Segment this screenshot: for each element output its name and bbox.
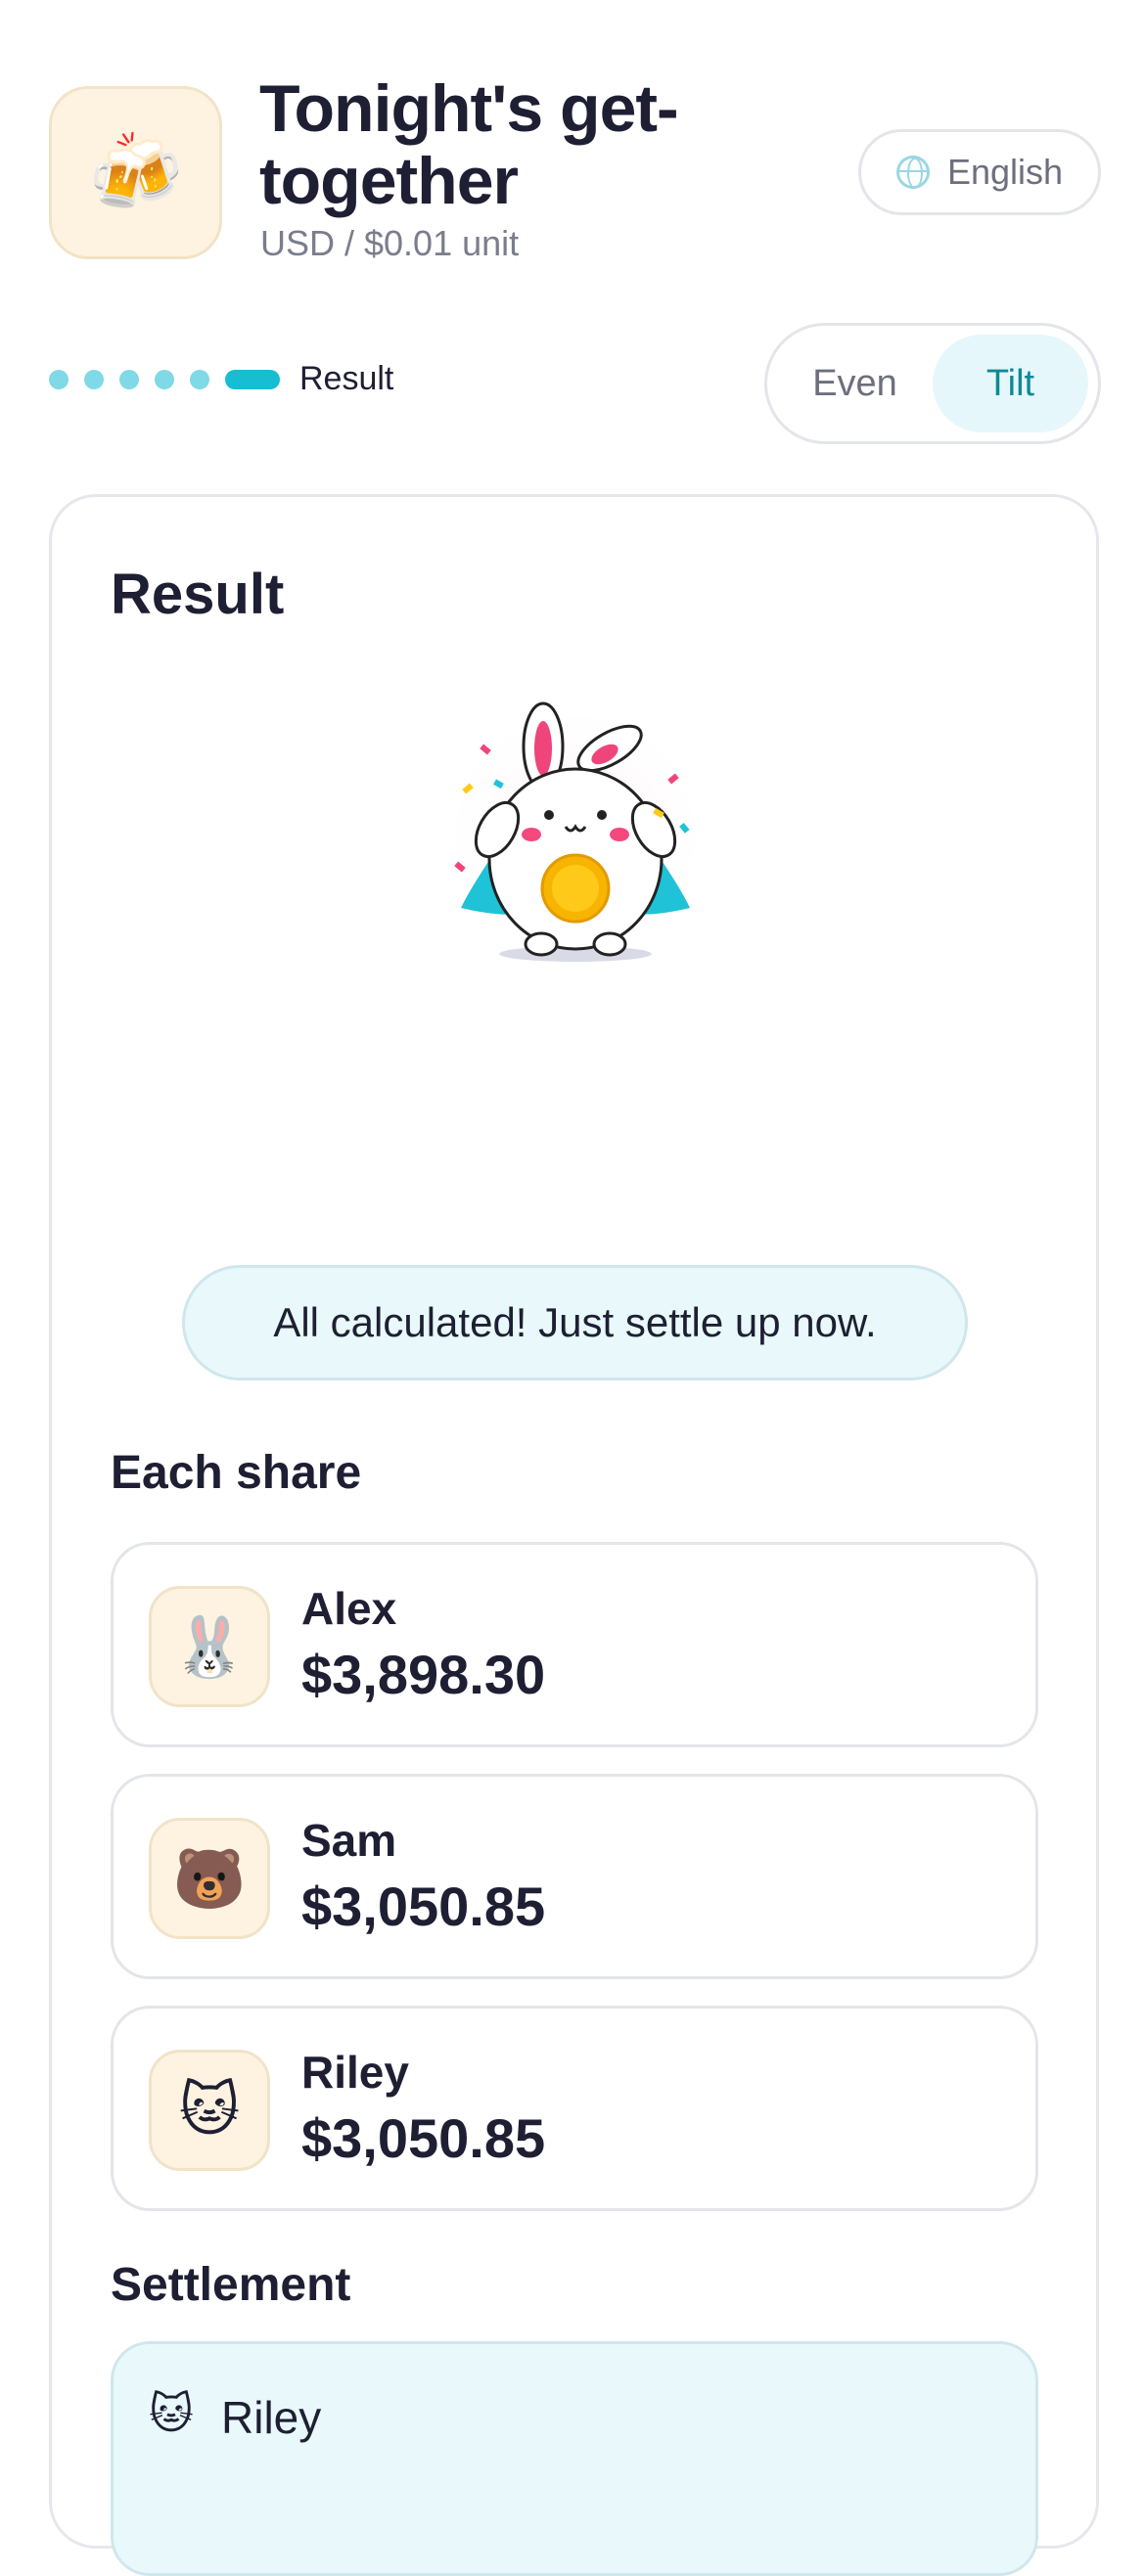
split-mode-toggle: Even Tilt (764, 323, 1101, 444)
globe-icon (895, 156, 930, 189)
shares-heading: Each share (111, 1447, 362, 1499)
result-title: Result (111, 563, 285, 626)
current-step-label: Result (299, 360, 394, 397)
bear-face-icon: 🐻 (149, 1818, 270, 1939)
language-button[interactable]: English (858, 129, 1101, 215)
page-header: 🍻 Tonight's get-together USD / $0.01 uni… (49, 72, 1101, 272)
share-name: Riley (301, 2047, 409, 2098)
share-amount: $3,050.85 (301, 1876, 546, 1937)
step-dot (84, 370, 104, 389)
share-name: Sam (301, 1815, 397, 1866)
settlement-name: Riley (221, 2392, 322, 2443)
toggle-even[interactable]: Even (777, 335, 933, 432)
settlement-heading: Settlement (111, 2259, 351, 2311)
status-message: All calculated! Just settle up now. (182, 1265, 968, 1380)
language-label: English (946, 152, 1064, 192)
step-dot (49, 370, 69, 389)
beer-mugs-icon: 🍻 (49, 86, 222, 259)
currency-subtitle: USD / $0.01 unit (260, 223, 520, 263)
rabbit-face-icon: 🐰 (149, 1586, 270, 1707)
settlement-card[interactable]: 🐱 Riley (111, 2341, 1038, 2576)
progress-row: Result Even Tilt (49, 323, 1101, 450)
cat-face-icon: 🐱 (149, 2390, 194, 2438)
share-card-sam[interactable]: 🐻 Sam $3,050.85 (111, 1774, 1038, 1979)
step-dot-active (225, 370, 280, 389)
share-card-alex[interactable]: 🐰 Alex $3,898.30 (111, 1542, 1038, 1747)
step-indicator (49, 370, 280, 389)
toggle-tilt[interactable]: Tilt (933, 335, 1088, 432)
page-title: Tonight's get-together (259, 71, 679, 218)
share-card-riley[interactable]: 🐱 Riley $3,050.85 (111, 2006, 1038, 2211)
step-dot (155, 370, 174, 389)
share-name: Alex (301, 1583, 397, 1634)
bunny-mascot-illustration (438, 698, 712, 972)
step-dot (119, 370, 139, 389)
result-card: Result All calculated! Just settle up no… (49, 494, 1099, 2576)
share-amount: $3,898.30 (301, 1644, 546, 1705)
step-dot (190, 370, 209, 389)
cat-face-icon: 🐱 (149, 2050, 270, 2171)
share-amount: $3,050.85 (301, 2107, 546, 2169)
